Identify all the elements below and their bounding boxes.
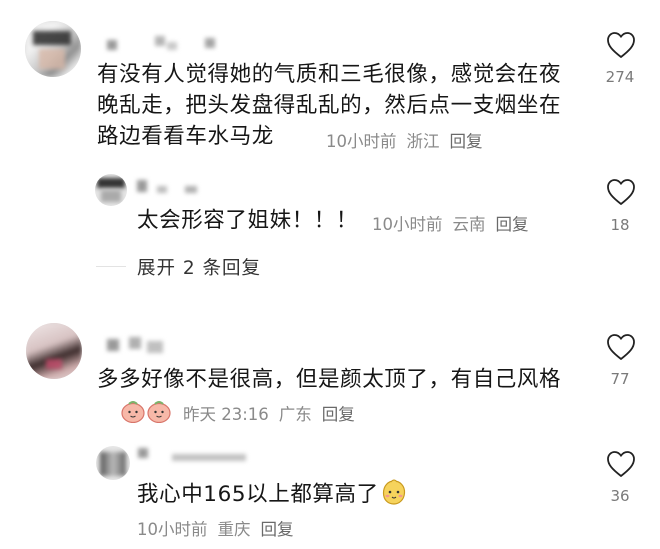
- expand-divider: [96, 266, 126, 267]
- reply-time: 10小时前: [372, 215, 443, 234]
- username[interactable]: [137, 178, 207, 194]
- comment-time: 10小时前: [326, 132, 397, 151]
- username[interactable]: [107, 337, 187, 353]
- peach-emoji-icon: [147, 401, 171, 423]
- comment-text: 多多好像不是很高，但是颜太顶了，有自己风格: [97, 364, 577, 395]
- reply-text: 我心中165以上都算高了: [137, 479, 397, 510]
- avatar[interactable]: [96, 446, 130, 480]
- heart-outline-icon[interactable]: [606, 31, 636, 59]
- comment-location: 广东: [278, 405, 312, 424]
- reply-location: 重庆: [217, 520, 251, 539]
- reply-button[interactable]: 回复: [450, 132, 483, 151]
- comment-meta: 10小时前 浙江 回复: [326, 128, 493, 152]
- reply-button[interactable]: 回复: [261, 520, 294, 539]
- username[interactable]: [138, 446, 248, 462]
- avatar[interactable]: [95, 174, 127, 206]
- comment-text-body: 多多好像不是很高，但是颜太顶了，有自己风格: [97, 367, 562, 392]
- avatar[interactable]: [26, 323, 82, 379]
- like-count: 18: [610, 216, 630, 234]
- reply-button[interactable]: 回复: [496, 215, 529, 234]
- comment-meta: 昨天 23:16 广东 回复: [183, 401, 365, 425]
- reply-meta: 10小时前 重庆 回复: [137, 516, 304, 540]
- heart-outline-icon[interactable]: [606, 450, 636, 478]
- reply-location: 云南: [452, 215, 486, 234]
- username[interactable]: [107, 36, 217, 50]
- like-count: 36: [610, 487, 630, 505]
- heart-outline-icon[interactable]: [606, 178, 636, 206]
- reply-button[interactable]: 回复: [322, 405, 355, 424]
- like-count: 77: [610, 370, 630, 388]
- peach-emoji-icon: [121, 401, 145, 423]
- reply-time: 10小时前: [137, 520, 208, 539]
- heart-outline-icon[interactable]: [606, 333, 636, 361]
- avatar[interactable]: [25, 21, 81, 77]
- reply-text: 太会形容了姐妹！！！: [137, 208, 359, 233]
- reply-text-body: 我心中165以上都算高了: [137, 482, 379, 507]
- like-count: 274: [605, 68, 635, 86]
- expand-replies-button[interactable]: 展开 2 条回复: [137, 254, 261, 280]
- reply-meta: 10小时前 云南 回复: [372, 211, 539, 235]
- comment-location: 浙江: [406, 132, 440, 151]
- comment-time: 昨天 23:16: [183, 405, 269, 424]
- shy-emoji-icon: [382, 479, 406, 505]
